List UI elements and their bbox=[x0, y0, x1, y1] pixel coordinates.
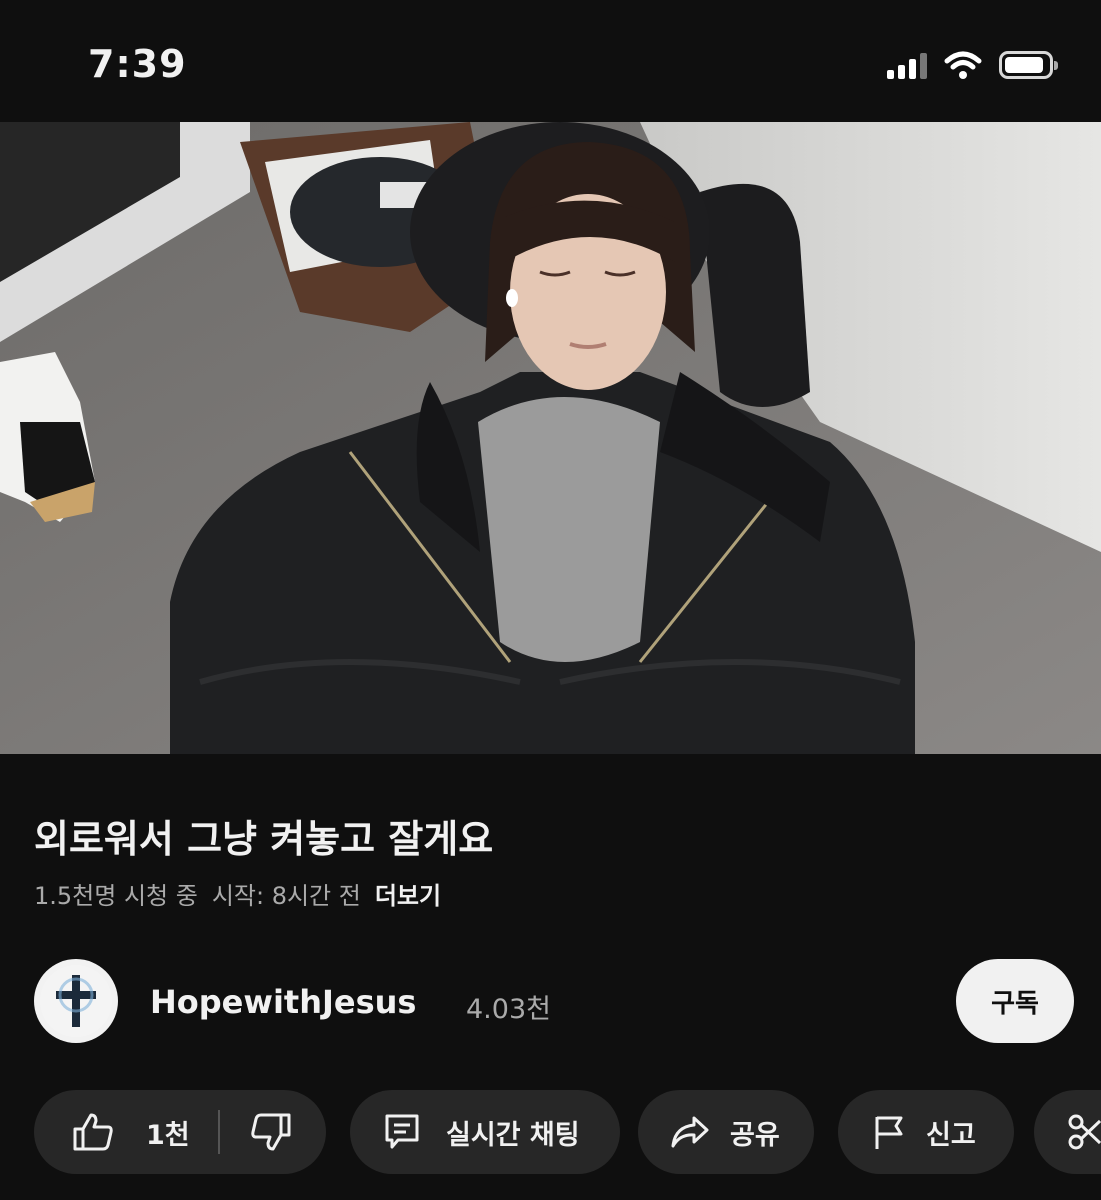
video-title[interactable]: 외로워서 그냥 켜놓고 잘게요 bbox=[34, 808, 493, 863]
cellular-signal-icon bbox=[887, 51, 927, 79]
video-subline: 1.5천명 시청 중 시작: 8시간 전 더보기 bbox=[34, 876, 441, 911]
live-chat-label: 실시간 채팅 bbox=[446, 1119, 580, 1151]
channel-row: HopewithJesus 4.03천 구독 bbox=[34, 959, 1074, 1043]
status-icons bbox=[887, 50, 1058, 80]
like-button[interactable]: 1천 bbox=[34, 1112, 190, 1152]
report-label: 신고 bbox=[926, 1119, 976, 1151]
chat-icon bbox=[385, 1114, 419, 1149]
video-thumbnail bbox=[0, 122, 1101, 754]
like-count: 1천 bbox=[146, 1119, 190, 1151]
share-icon bbox=[671, 1116, 709, 1148]
thumbs-up-icon bbox=[73, 1113, 113, 1151]
live-chat-button[interactable]: 실시간 채팅 bbox=[350, 1090, 620, 1174]
channel-avatar[interactable] bbox=[34, 959, 118, 1043]
channel-name[interactable]: HopewithJesus bbox=[150, 983, 416, 1021]
share-label: 공유 bbox=[730, 1119, 780, 1151]
subscriber-count: 4.03천 bbox=[466, 994, 551, 1025]
cross-icon bbox=[40, 965, 112, 1037]
battery-icon bbox=[999, 51, 1058, 79]
dislike-button[interactable] bbox=[220, 1112, 292, 1152]
scissors-icon bbox=[1068, 1114, 1101, 1150]
viewer-count: 1.5천명 시청 중 bbox=[34, 882, 198, 910]
clip-button[interactable] bbox=[1034, 1090, 1101, 1174]
report-button[interactable]: 신고 bbox=[838, 1090, 1014, 1174]
video-player[interactable] bbox=[0, 122, 1101, 754]
start-time: 시작: 8시간 전 bbox=[211, 882, 361, 910]
status-time: 7:39 bbox=[88, 42, 187, 86]
more-button[interactable]: 더보기 bbox=[375, 876, 441, 911]
action-bar: 1천 실시간 채팅 공유 신고 bbox=[34, 1090, 1101, 1174]
like-dislike-group: 1천 bbox=[34, 1090, 326, 1174]
status-bar: 7:39 bbox=[0, 0, 1101, 122]
subscribe-button[interactable]: 구독 bbox=[956, 959, 1074, 1043]
wifi-icon bbox=[944, 51, 982, 79]
thumbs-down-icon bbox=[250, 1113, 291, 1151]
flag-icon bbox=[875, 1116, 903, 1149]
share-button[interactable]: 공유 bbox=[638, 1090, 814, 1174]
